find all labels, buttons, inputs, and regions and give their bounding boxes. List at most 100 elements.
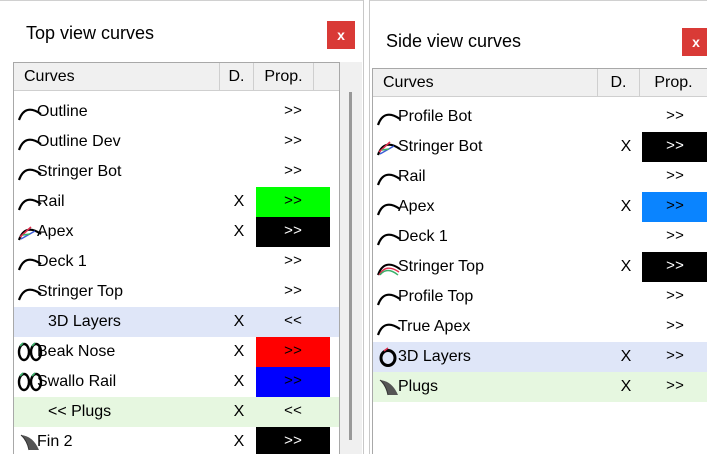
list-item[interactable]: Profile Top >> (373, 282, 707, 312)
list-item[interactable]: True Apex >> (373, 312, 707, 342)
properties-button[interactable]: >> (642, 372, 707, 402)
properties-button[interactable]: >> (642, 132, 707, 162)
properties-button[interactable]: >> (642, 282, 707, 312)
properties-button[interactable]: >> (642, 312, 707, 342)
list-item[interactable]: Stringer Top >> (14, 277, 339, 307)
display-flag[interactable]: X (613, 252, 639, 282)
display-flag[interactable] (226, 247, 252, 277)
curve-name: Outline (37, 103, 88, 120)
close-button[interactable]: x (682, 28, 707, 56)
list-item[interactable]: << Plugs X << (14, 397, 339, 427)
curve-name: Profile Bot (398, 108, 472, 125)
curve-name: Swallo Rail (37, 373, 117, 390)
list-item[interactable]: Deck 1 >> (373, 222, 707, 252)
curves-list[interactable]: Curves D. Prop. Profile Bot >> Stringer Bo… (372, 68, 707, 454)
list-item[interactable]: Beak Nose X >> (14, 337, 339, 367)
list-item[interactable]: 3D Layers X << (14, 307, 339, 337)
column-header-prop[interactable]: Prop. (254, 63, 314, 90)
properties-button[interactable]: >> (256, 127, 330, 157)
properties-button[interactable]: >> (256, 217, 330, 247)
properties-button[interactable]: >> (256, 337, 330, 367)
list-item[interactable]: 3D Layers X >> (373, 342, 707, 372)
display-flag[interactable]: X (226, 307, 252, 337)
list-item[interactable]: Stringer Bot X >> (373, 132, 707, 162)
display-flag[interactable]: X (226, 187, 252, 217)
properties-button[interactable]: >> (642, 222, 707, 252)
properties-button[interactable]: >> (256, 187, 330, 217)
vertical-scrollbar[interactable] (340, 62, 362, 454)
close-button[interactable]: x (327, 21, 355, 49)
list-item[interactable]: Apex X >> (14, 217, 339, 247)
list-item[interactable]: Outline Dev >> (14, 127, 339, 157)
display-flag[interactable] (226, 157, 252, 187)
panel-title: Side view curves (386, 31, 522, 51)
panel-titlebar: Side view curves x (370, 0, 707, 63)
display-flag[interactable] (613, 312, 639, 342)
column-header-prop[interactable]: Prop. (640, 69, 707, 96)
list-item[interactable]: Stringer Top X >> (373, 252, 707, 282)
column-header-curves[interactable]: Curves (14, 63, 220, 90)
list-header: Curves D. Prop. (14, 63, 339, 91)
list-header: Curves D. Prop. (373, 69, 707, 97)
panel-titlebar: Top view curves x (0, 0, 363, 63)
curves-list[interactable]: Curves D. Prop. Outline >> Outline Dev >> St… (13, 62, 340, 454)
list-item[interactable]: Swallo Rail X >> (14, 367, 339, 397)
panel-title: Top view curves (26, 23, 155, 43)
list-item[interactable]: Profile Bot >> (373, 102, 707, 132)
display-flag[interactable]: X (613, 132, 639, 162)
list-item[interactable]: Outline >> (14, 97, 339, 127)
curve-name: Outline Dev (37, 133, 121, 150)
list-item[interactable]: Rail >> (373, 162, 707, 192)
display-flag[interactable]: X (226, 397, 252, 427)
curve-name: Fin 2 (37, 433, 73, 450)
side-view-curves-panel: Side view curves x Curves D. Prop. Profi… (369, 0, 707, 454)
display-flag[interactable] (226, 277, 252, 307)
properties-button[interactable]: >> (256, 247, 330, 277)
properties-button[interactable]: >> (642, 342, 707, 372)
display-flag[interactable]: X (613, 192, 639, 222)
properties-button[interactable]: >> (642, 192, 707, 222)
display-flag[interactable]: X (226, 217, 252, 247)
list-item[interactable]: Rail X >> (14, 187, 339, 217)
curve-name: Profile Top (398, 288, 474, 305)
top-view-curves-panel: Top view curves x Curves D. Prop. Outlin… (0, 0, 364, 454)
curve-name: Stringer Bot (398, 138, 483, 155)
properties-button[interactable]: << (256, 307, 330, 337)
properties-button[interactable]: >> (642, 252, 707, 282)
display-flag[interactable] (613, 102, 639, 132)
column-header-curves[interactable]: Curves (373, 69, 598, 96)
display-flag[interactable]: X (613, 372, 639, 402)
display-flag[interactable] (226, 97, 252, 127)
curve-name: Stringer Top (398, 258, 484, 275)
display-flag[interactable] (613, 222, 639, 252)
curve-name: Rail (398, 168, 426, 185)
list-item[interactable]: Stringer Bot >> (14, 157, 339, 187)
scrollbar-thumb[interactable] (349, 92, 352, 440)
list-item[interactable]: Fin 2 X >> (14, 427, 339, 454)
curve-name: True Apex (398, 318, 471, 335)
curve-name: << Plugs (48, 403, 112, 420)
properties-button[interactable]: >> (256, 97, 330, 127)
properties-button[interactable]: >> (256, 277, 330, 307)
list-item[interactable]: Apex X >> (373, 192, 707, 222)
properties-button[interactable]: >> (256, 427, 330, 454)
display-flag[interactable] (613, 282, 639, 312)
curve-name: Beak Nose (37, 343, 116, 360)
display-flag[interactable]: X (226, 337, 252, 367)
display-flag[interactable] (226, 127, 252, 157)
display-flag[interactable]: X (226, 427, 252, 454)
curve-name: Stringer Top (37, 283, 123, 300)
list-item[interactable]: Plugs X >> (373, 372, 707, 402)
properties-button[interactable]: >> (256, 367, 330, 397)
display-flag[interactable]: X (226, 367, 252, 397)
column-header-d[interactable]: D. (220, 63, 254, 90)
properties-button[interactable]: << (256, 397, 330, 427)
properties-button[interactable]: >> (642, 162, 707, 192)
display-flag[interactable]: X (613, 342, 639, 372)
properties-button[interactable]: >> (642, 102, 707, 132)
properties-button[interactable]: >> (256, 157, 330, 187)
curve-name: Apex (37, 223, 74, 240)
list-item[interactable]: Deck 1 >> (14, 247, 339, 277)
column-header-d[interactable]: D. (598, 69, 640, 96)
display-flag[interactable] (613, 162, 639, 192)
